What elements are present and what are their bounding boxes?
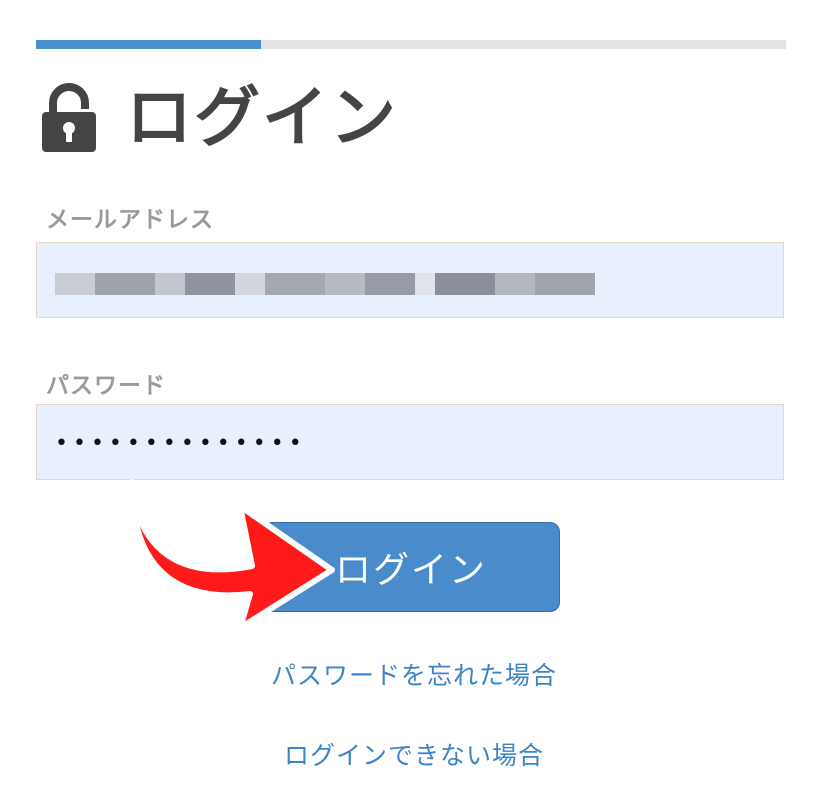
password-label: パスワード: [46, 373, 166, 399]
lock-icon: [42, 83, 96, 152]
login-button[interactable]: ログイン: [262, 522, 560, 612]
cannot-login-link[interactable]: ログインできない場合: [0, 736, 828, 772]
page-title: ログイン: [126, 79, 398, 156]
progress-bar: [36, 40, 786, 49]
password-masked-value: ••••••••••••••: [55, 431, 307, 456]
page-header: ログイン: [40, 78, 398, 158]
redacted-email-value: [55, 265, 595, 303]
forgot-password-link[interactable]: パスワードを忘れた場合: [0, 656, 828, 692]
email-label: メールアドレス: [46, 207, 214, 233]
password-field[interactable]: ••••••••••••••: [36, 404, 784, 480]
email-field[interactable]: [36, 242, 784, 318]
progress-fill: [36, 40, 261, 49]
